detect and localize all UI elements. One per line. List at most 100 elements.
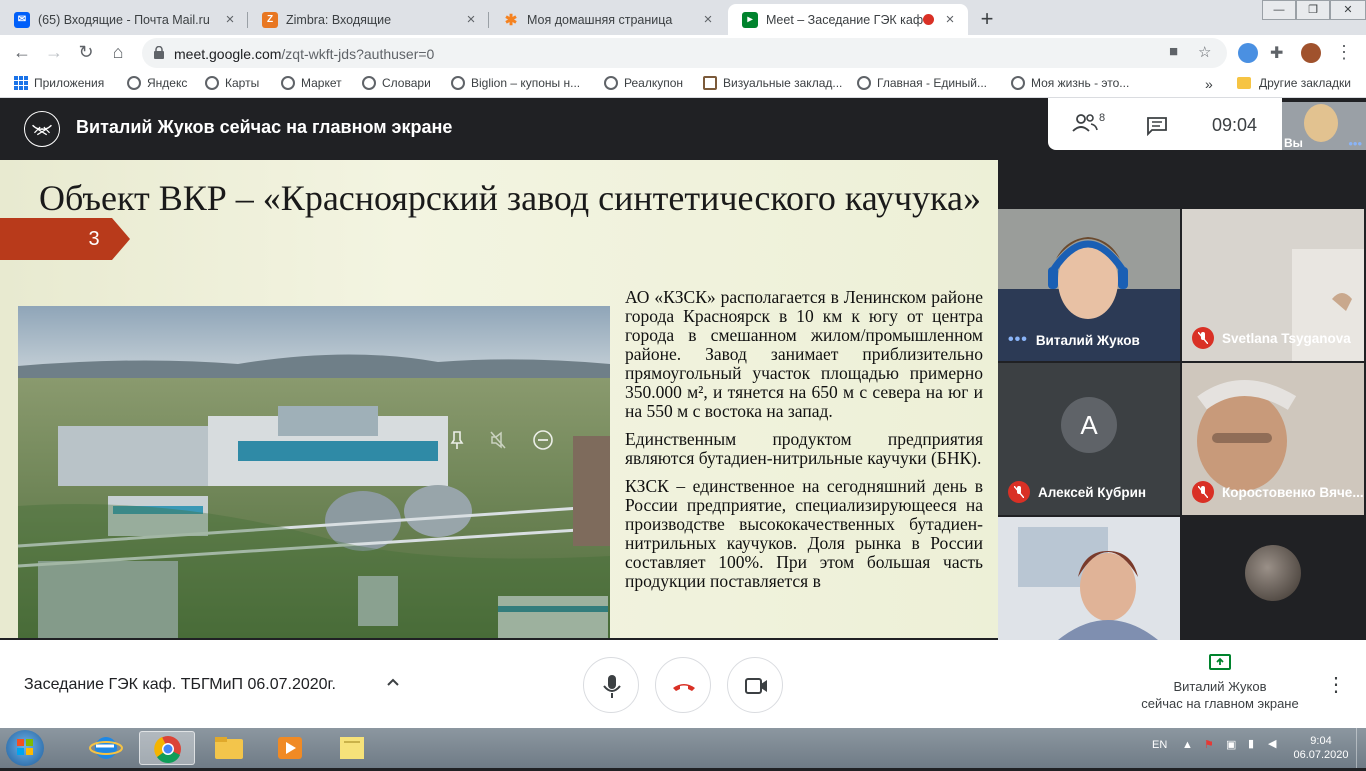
close-icon[interactable]: × bbox=[942, 11, 958, 28]
visual-bookmarks-icon bbox=[703, 76, 717, 90]
meeting-info-panel: 8 09:04 bbox=[1048, 98, 1282, 150]
new-tab-button[interactable]: + bbox=[973, 6, 1001, 34]
participant-name-row: Svetlana Tsyganova bbox=[1192, 327, 1351, 349]
bookmark-item[interactable]: Визуальные заклад... bbox=[703, 76, 842, 90]
maximize-window-button[interactable]: ❐ bbox=[1296, 0, 1330, 20]
tab-title: Meet – Заседание ГЭК каф. bbox=[766, 12, 923, 27]
bookmark-label: Моя жизнь - это... bbox=[1031, 76, 1130, 90]
bookmark-apps[interactable]: Приложения bbox=[14, 76, 104, 90]
url-text: meet.google.com/zqt-wkft-jds?authuser=0 bbox=[174, 46, 434, 62]
bookmark-item[interactable]: Яндекс bbox=[127, 76, 187, 90]
network-alert-icon[interactable]: ⚑ bbox=[1204, 738, 1214, 751]
taskbar-explorer[interactable] bbox=[201, 731, 257, 765]
signal-icon[interactable]: ▮ bbox=[1248, 737, 1254, 750]
volume-icon[interactable]: ◀ bbox=[1268, 737, 1276, 750]
reload-button[interactable]: ↻ bbox=[72, 38, 100, 66]
home-button[interactable]: ⌂ bbox=[104, 38, 132, 66]
back-button[interactable]: ← bbox=[8, 38, 36, 66]
language-indicator[interactable]: EN bbox=[1152, 739, 1167, 751]
bookmark-label: Словари bbox=[382, 76, 431, 90]
chat-icon[interactable] bbox=[1146, 116, 1168, 136]
close-icon[interactable]: × bbox=[463, 11, 479, 28]
slide-overlay-controls bbox=[450, 430, 553, 450]
meeting-title[interactable]: Заседание ГЭК каф. ТБГМиП 06.07.2020г. bbox=[24, 676, 336, 694]
participant-tile[interactable]: ••• Виталий Жуков bbox=[998, 209, 1180, 361]
extensions-puzzle-icon[interactable]: ✚ bbox=[1270, 43, 1290, 63]
self-view-tile[interactable]: Вы ••• bbox=[1282, 102, 1366, 150]
participant-tile[interactable] bbox=[1182, 517, 1364, 640]
bookmarks-overflow-button[interactable]: » bbox=[1205, 76, 1213, 92]
participant-tile[interactable]: A Алексей Кубрин bbox=[998, 363, 1180, 515]
extension-home-icon[interactable] bbox=[1238, 43, 1258, 63]
tab-homepage[interactable]: ✱ Моя домашняя страница × bbox=[489, 4, 726, 35]
other-bookmarks[interactable]: Другие закладки bbox=[1237, 76, 1351, 90]
close-icon[interactable]: × bbox=[700, 11, 716, 28]
show-desktop-button[interactable] bbox=[1356, 728, 1366, 768]
taskbar-app[interactable] bbox=[324, 731, 380, 765]
globe-icon bbox=[127, 76, 141, 90]
hang-up-button[interactable] bbox=[655, 657, 711, 713]
bookmark-item[interactable]: Словари bbox=[362, 76, 431, 90]
tab-mail[interactable]: ✉ (65) Входящие - Почта Mail.ru × bbox=[0, 4, 248, 35]
taskbar-media-player[interactable] bbox=[262, 731, 318, 765]
video-camera-icon bbox=[745, 678, 767, 694]
taskbar-ie[interactable] bbox=[78, 731, 134, 765]
url-host: meet.google.com bbox=[174, 46, 282, 62]
bookmark-label: Приложения bbox=[34, 76, 105, 90]
tab-meet[interactable]: ▸ Meet – Заседание ГЭК каф. × bbox=[728, 4, 968, 35]
present-screen-icon bbox=[1209, 654, 1231, 670]
bookmark-item[interactable]: Главная - Единый... bbox=[857, 76, 987, 90]
participant-tile[interactable]: Svetlana Tsyganova bbox=[1182, 209, 1364, 361]
participant-name: Алексей Кубрин bbox=[1038, 484, 1147, 500]
address-bar[interactable]: meet.google.com/zqt-wkft-jds?authuser=0 … bbox=[142, 38, 1227, 68]
participants-button[interactable]: 8 bbox=[1072, 112, 1105, 134]
profile-avatar[interactable] bbox=[1301, 43, 1321, 63]
chevron-up-icon[interactable] bbox=[385, 674, 401, 690]
browser-toolbar: ← → ↻ ⌂ meet.google.com/zqt-wkft-jds?aut… bbox=[0, 35, 1366, 70]
bookmark-item[interactable]: Маркет bbox=[281, 76, 342, 90]
forward-button[interactable]: → bbox=[40, 38, 68, 66]
bookmark-item[interactable]: Моя жизнь - это... bbox=[1011, 76, 1129, 90]
participant-tile[interactable]: Коростовенко Вяче... bbox=[1182, 363, 1364, 515]
microphone-button[interactable] bbox=[583, 657, 639, 713]
start-button[interactable] bbox=[6, 730, 44, 766]
more-options-icon[interactable]: ⋮ bbox=[1326, 672, 1346, 696]
bookmark-label: Яндекс bbox=[147, 76, 188, 90]
clock-area[interactable]: 9:04 06.07.2020 bbox=[1288, 734, 1354, 762]
minimize-window-button[interactable]: — bbox=[1262, 0, 1296, 20]
bookmark-item[interactable]: Реалкупон bbox=[604, 76, 683, 90]
presenting-banner: Виталий Жуков сейчас на главном экране bbox=[76, 117, 453, 137]
browser-menu-icon[interactable]: ⋮ bbox=[1330, 38, 1358, 66]
close-window-button[interactable]: ✕ bbox=[1330, 0, 1366, 20]
power-icon[interactable]: ▣ bbox=[1226, 738, 1236, 751]
tray-expand-icon[interactable]: ▲ bbox=[1182, 739, 1193, 751]
meet-icon: ▸ bbox=[742, 11, 758, 28]
presented-slide: Объект ВКР – «Красноярский завод синтети… bbox=[0, 160, 998, 638]
tab-zimbra[interactable]: Z Zimbra: Входящие × bbox=[248, 4, 489, 35]
self-label: Вы bbox=[1284, 136, 1303, 150]
participant-name-row: ••• Виталий Жуков bbox=[1008, 331, 1140, 349]
camera-toggle-button[interactable] bbox=[727, 657, 783, 713]
system-tray: EN ▲ ⚑ ▣ ▮ ◀ 9:04 06.07.2020 bbox=[1150, 728, 1366, 768]
factory-photo bbox=[18, 306, 610, 638]
globe-icon bbox=[281, 76, 295, 90]
participant-name: Коростовенко Вяче... bbox=[1222, 484, 1364, 500]
bookmark-star-icon[interactable]: ☆ bbox=[1198, 43, 1211, 61]
tray-time: 9:04 bbox=[1310, 735, 1332, 747]
participant-tile[interactable] bbox=[998, 517, 1180, 640]
bookmark-label: Biglion – купоны н... bbox=[471, 76, 581, 90]
participant-count: 8 bbox=[1099, 112, 1106, 124]
presentation-info-button[interactable]: Виталий Жуков сейчас на главном экране bbox=[1130, 654, 1310, 712]
call-controls-bar: Заседание ГЭК каф. ТБГМиП 06.07.2020г. В… bbox=[0, 640, 1366, 730]
close-icon[interactable]: × bbox=[222, 11, 238, 28]
bookmark-label: Маркет bbox=[301, 76, 342, 90]
taskbar-chrome[interactable] bbox=[139, 731, 195, 765]
tray-date: 06.07.2020 bbox=[1293, 749, 1349, 761]
bookmark-label: Реалкупон bbox=[624, 76, 684, 90]
bookmark-item[interactable]: Карты bbox=[205, 76, 259, 90]
bookmark-item[interactable]: Biglion – купоны н... bbox=[451, 76, 580, 90]
globe-icon bbox=[451, 76, 465, 90]
camera-icon[interactable]: ■ bbox=[1169, 43, 1178, 60]
audio-dots-icon: ••• bbox=[1348, 136, 1362, 150]
windows-taskbar: EN ▲ ⚑ ▣ ▮ ◀ 9:04 06.07.2020 bbox=[0, 728, 1366, 768]
